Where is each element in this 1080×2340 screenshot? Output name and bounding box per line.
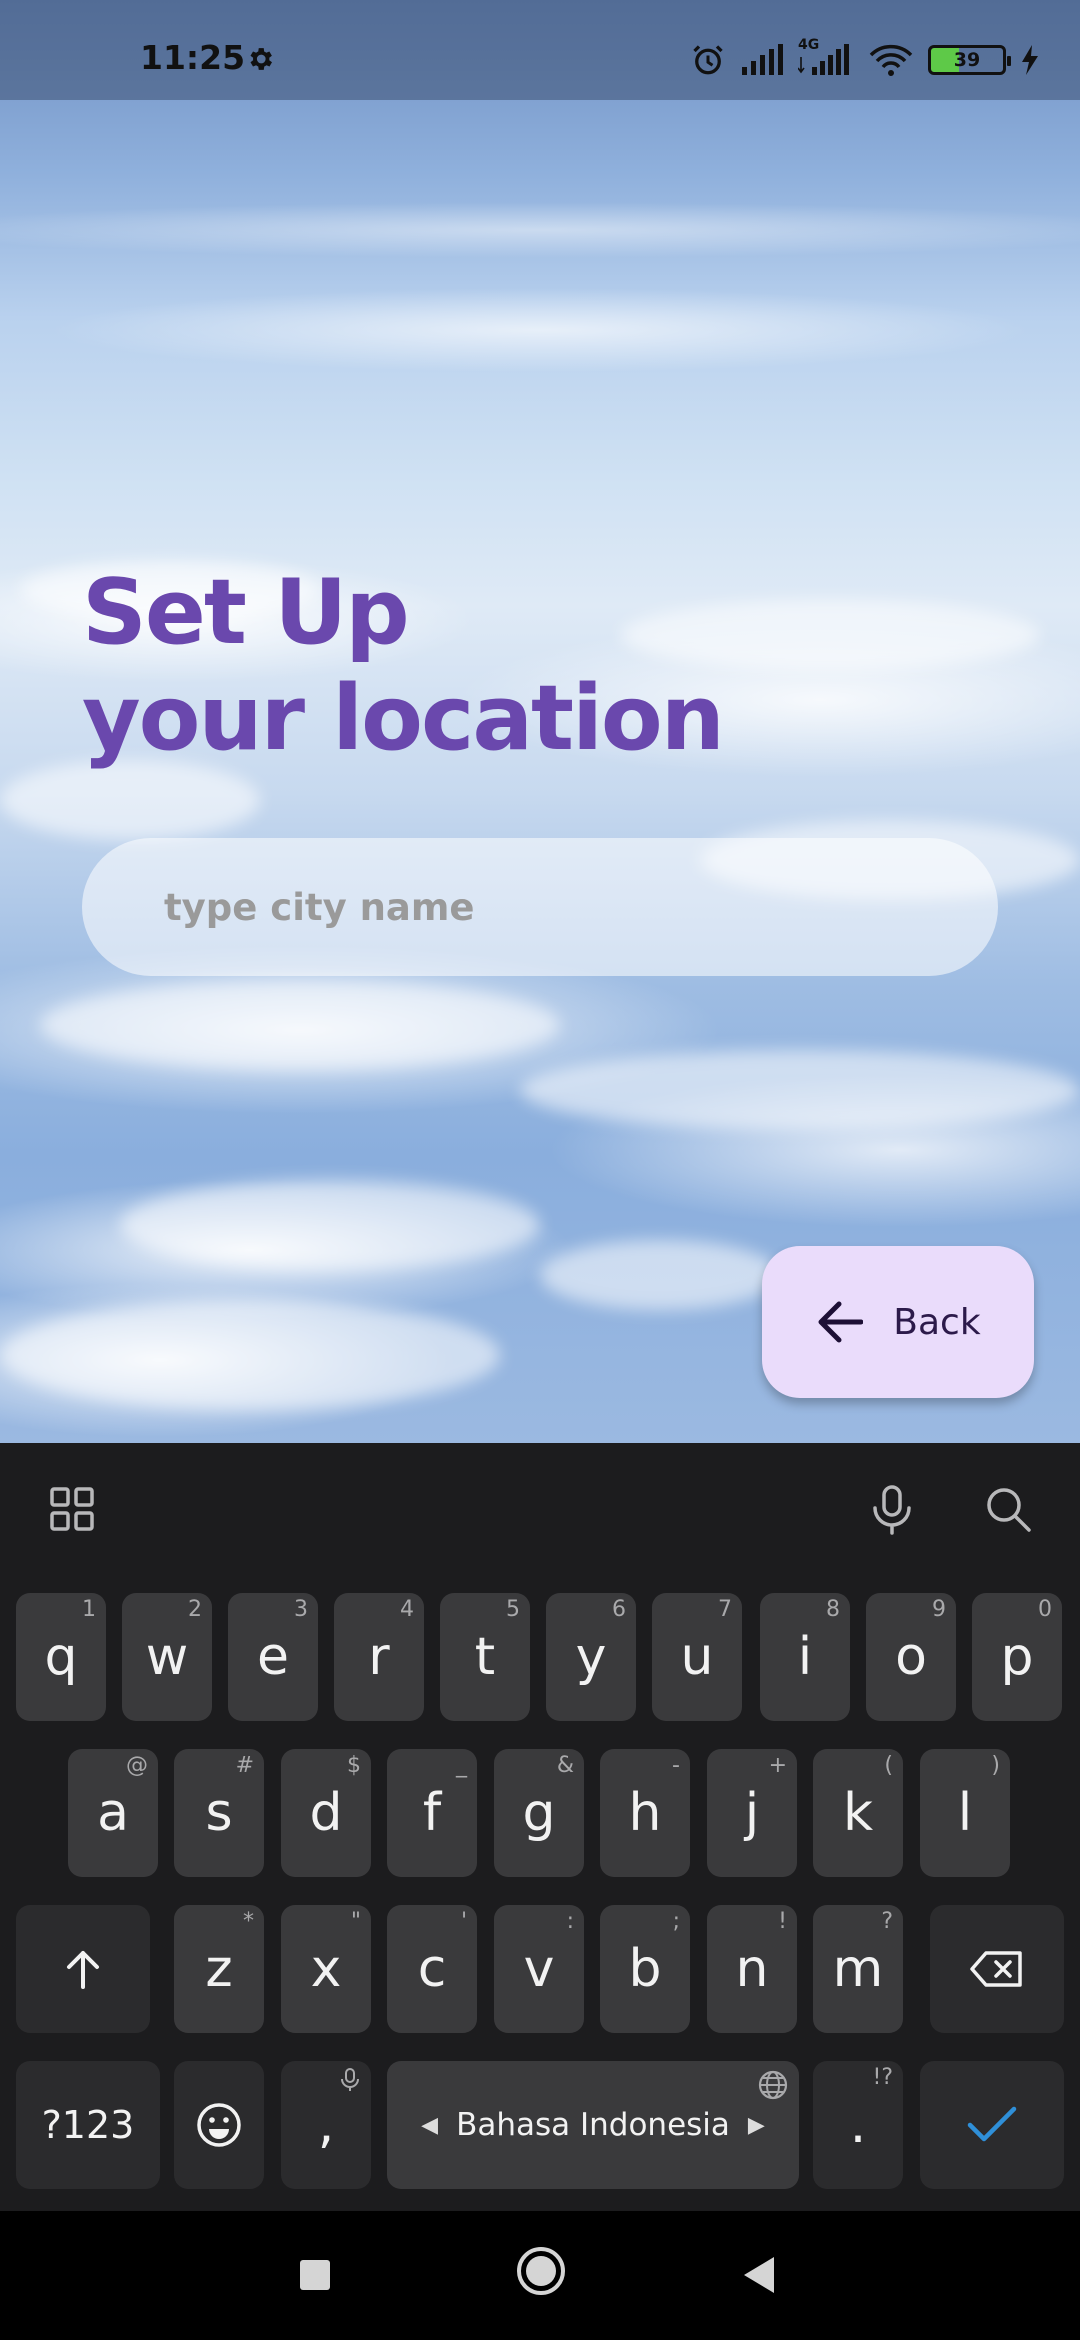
- home-button[interactable]: [514, 2243, 568, 2299]
- battery-icon: 39: [928, 45, 1011, 75]
- wifi-icon: [869, 44, 913, 76]
- soft-keyboard: q1 w2 e3 r4 t5 y6 u7 i8 o9 p0 a @ s # d $ f…: [0, 1443, 1080, 2211]
- shift-key[interactable]: [16, 1905, 150, 2033]
- language-next-icon: ▶: [747, 2112, 765, 2138]
- signal-4g-icon: 4G: [798, 37, 854, 77]
- key-w[interactable]: w2: [122, 1593, 212, 1721]
- key-m[interactable]: m?: [813, 1905, 903, 2033]
- key-d[interactable]: d $: [281, 1749, 371, 1877]
- arrow-left-icon: [818, 1301, 864, 1343]
- city-name-input[interactable]: [82, 838, 998, 976]
- period-key[interactable]: . !?: [813, 2061, 903, 2189]
- key-i[interactable]: i8: [760, 1593, 850, 1721]
- key-s[interactable]: s #: [174, 1749, 264, 1877]
- signal-icon: [742, 44, 783, 75]
- key-l[interactable]: l): [920, 1749, 1010, 1877]
- key-p[interactable]: p0: [972, 1593, 1062, 1721]
- back-nav-button[interactable]: [740, 2251, 780, 2299]
- space-key[interactable]: ◀ Bahasa Indonesia ▶: [387, 2061, 799, 2189]
- key-y[interactable]: y6: [546, 1593, 636, 1721]
- globe-icon[interactable]: [757, 2069, 789, 2101]
- emoji-key[interactable]: [174, 2061, 264, 2189]
- key-x[interactable]: x ": [281, 1905, 371, 2033]
- symbols-key[interactable]: ?123: [16, 2061, 160, 2189]
- apps-grid-icon[interactable]: [44, 1481, 100, 1537]
- title-line-2: your location: [82, 666, 725, 771]
- status-bar: 11:25 4G 39: [0, 0, 1080, 100]
- key-q[interactable]: q1: [16, 1593, 106, 1721]
- gear-icon: [250, 48, 272, 70]
- back-button-label: Back: [893, 1301, 981, 1343]
- key-k[interactable]: k(: [813, 1749, 903, 1877]
- key-j[interactable]: j +: [707, 1749, 797, 1877]
- shift-arrow-icon: [67, 1951, 99, 1989]
- key-o[interactable]: o9: [866, 1593, 956, 1721]
- page-title: Set Up your location: [82, 560, 982, 772]
- navigation-bar: [0, 2211, 1080, 2340]
- key-e[interactable]: e3: [228, 1593, 318, 1721]
- key-b[interactable]: b;: [600, 1905, 690, 2033]
- charging-icon: [1022, 45, 1038, 75]
- back-button[interactable]: Back: [762, 1246, 1034, 1398]
- status-time: 11:25: [140, 38, 246, 77]
- status-icons: 4G 39: [690, 37, 1040, 78]
- title-line-1: Set Up: [82, 560, 410, 665]
- space-language-label: Bahasa Indonesia: [456, 2107, 730, 2143]
- search-icon[interactable]: [980, 1481, 1036, 1537]
- comma-key[interactable]: ,: [281, 2061, 371, 2189]
- microphone-icon[interactable]: [864, 1481, 920, 1537]
- key-h[interactable]: h-: [600, 1749, 690, 1877]
- backspace-key[interactable]: [930, 1905, 1064, 2033]
- checkmark-icon: [967, 2106, 1017, 2142]
- key-c[interactable]: c ': [387, 1905, 477, 2033]
- keyboard-toolbar: [0, 1443, 1080, 1573]
- key-z[interactable]: z *: [174, 1905, 264, 2033]
- emoji-icon: [197, 2103, 241, 2147]
- backspace-icon: [970, 1951, 1022, 1987]
- language-prev-icon: ◀: [421, 2112, 439, 2138]
- key-a[interactable]: a @: [68, 1749, 158, 1877]
- key-n[interactable]: n!: [707, 1905, 797, 2033]
- alarm-icon: [693, 45, 723, 75]
- key-g[interactable]: g &: [494, 1749, 584, 1877]
- recents-button[interactable]: [297, 2251, 333, 2299]
- battery-level: 39: [953, 49, 981, 71]
- key-u[interactable]: u7: [652, 1593, 742, 1721]
- key-t[interactable]: t5: [440, 1593, 530, 1721]
- key-v[interactable]: v:: [494, 1905, 584, 2033]
- enter-done-key[interactable]: [920, 2061, 1064, 2189]
- voice-hint-icon: [341, 2068, 359, 2091]
- key-f[interactable]: f _: [387, 1749, 477, 1877]
- key-r[interactable]: r4: [334, 1593, 424, 1721]
